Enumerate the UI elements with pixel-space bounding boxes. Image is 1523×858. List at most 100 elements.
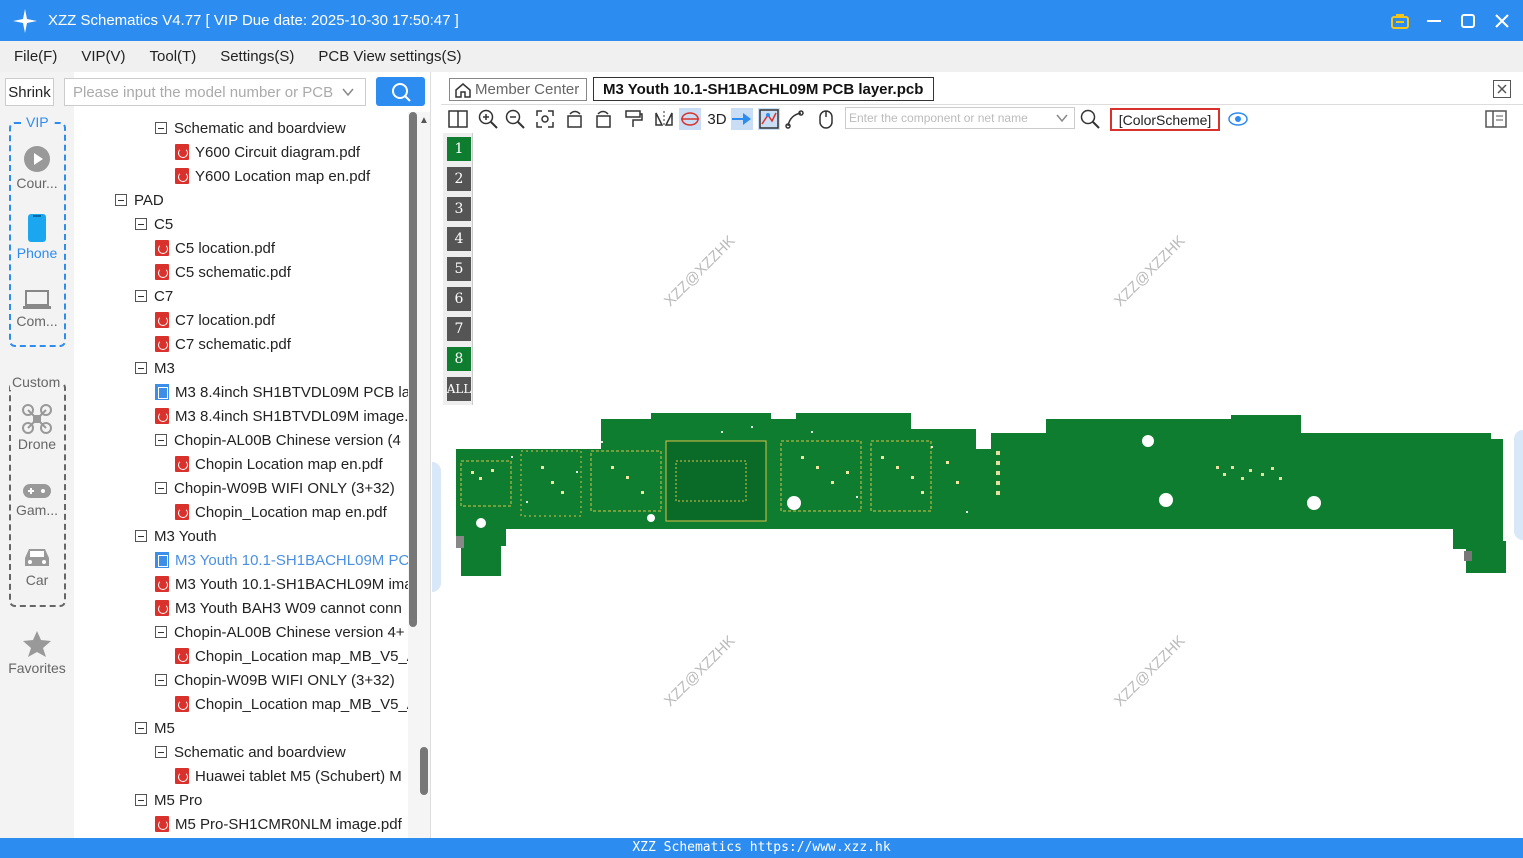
mirror-icon[interactable]: [653, 108, 675, 130]
tree-file[interactable]: M3 Youth 10.1-SH1BACHL09M ima: [155, 572, 408, 596]
tree-folder[interactable]: M3: [135, 356, 175, 380]
menu-settings[interactable]: Settings(S): [216, 48, 298, 65]
layer-6-button[interactable]: 6: [447, 287, 471, 311]
category-phone[interactable]: Phone: [0, 213, 74, 261]
vip-bag-icon[interactable]: [1389, 10, 1411, 32]
rotate-left-icon[interactable]: [564, 108, 586, 130]
tree-file[interactable]: Chopin_Location map_MB_V5_A: [175, 692, 408, 716]
layer-1-button[interactable]: 1: [447, 137, 471, 161]
paint-brush-icon[interactable]: [622, 108, 644, 130]
layer-8-button[interactable]: 8: [447, 347, 471, 371]
collapse-toggle-icon[interactable]: [155, 746, 167, 758]
category-car[interactable]: Car: [0, 546, 74, 588]
tree-file[interactable]: C5 schematic.pdf: [155, 260, 291, 284]
collapse-toggle-icon[interactable]: [135, 722, 147, 734]
collapse-toggle-icon[interactable]: [155, 434, 167, 446]
collapse-toggle-icon[interactable]: [155, 674, 167, 686]
tree-file[interactable]: Chopin Location map en.pdf: [175, 452, 383, 476]
menu-pcb-view-settings[interactable]: PCB View settings(S): [314, 48, 465, 65]
category-game[interactable]: Gam...: [0, 482, 74, 518]
scroll-up-arrow-icon[interactable]: ▲: [419, 115, 429, 126]
tree-folder[interactable]: Chopin-AL00B Chinese version (4: [155, 428, 401, 452]
collapse-toggle-icon[interactable]: [115, 194, 127, 206]
tree-file[interactable]: Chopin_Location map en.pdf: [175, 500, 387, 524]
menu-tool[interactable]: Tool(T): [146, 48, 201, 65]
tree-folder[interactable]: Chopin-W09B WIFI ONLY (3+32): [155, 476, 395, 500]
menu-vip[interactable]: VIP(V): [77, 48, 129, 65]
tree-folder[interactable]: M3 Youth: [135, 524, 217, 548]
layer-4-button[interactable]: 4: [447, 227, 471, 251]
rotate-right-icon[interactable]: [592, 108, 614, 130]
tree-folder[interactable]: Schematic and boardview: [155, 740, 346, 764]
layer-3-button[interactable]: 3: [447, 197, 471, 221]
menu-file[interactable]: File(F): [10, 48, 61, 65]
tree-file[interactable]: M3 8.4inch SH1BTVDL09M image.p: [155, 404, 408, 428]
tree-file[interactable]: M3 8.4inch SH1BTVDL09M PCB lay: [155, 380, 408, 404]
tree-scroll-thumb[interactable]: [409, 112, 417, 627]
layer-2-button[interactable]: 2: [447, 167, 471, 191]
tree-folder[interactable]: C5: [135, 212, 173, 236]
layer-5-button[interactable]: 5: [447, 257, 471, 281]
tab-pcb-file[interactable]: M3 Youth 10.1-SH1BACHL09M PCB layer.pcb: [593, 77, 934, 101]
side-panel-toggle-icon[interactable]: [1485, 108, 1507, 130]
layer-7-button[interactable]: 7: [447, 317, 471, 341]
collapse-toggle-icon[interactable]: [135, 794, 147, 806]
flip-board-icon[interactable]: [679, 108, 701, 130]
tree-folder[interactable]: Schematic and boardview: [155, 116, 346, 140]
pin-arrow-icon[interactable]: [731, 108, 753, 130]
tab-member-center[interactable]: Member Center: [449, 78, 587, 101]
collapse-toggle-icon[interactable]: [135, 218, 147, 230]
colorscheme-button[interactable]: [ColorScheme]: [1110, 108, 1220, 131]
tree-folder[interactable]: PAD: [115, 188, 164, 212]
collapse-toggle-icon[interactable]: [155, 626, 167, 638]
tree-file[interactable]: Y600 Location map en.pdf: [175, 164, 370, 188]
maximize-button[interactable]: [1457, 10, 1479, 32]
panel-divider[interactable]: [430, 72, 441, 838]
tree-folder[interactable]: C7: [135, 284, 173, 308]
tree-file[interactable]: Huawei tablet M5 (Schubert) M: [175, 764, 402, 788]
shrink-button[interactable]: Shrink: [5, 78, 54, 106]
tree-scroll-thumb-secondary[interactable]: [420, 747, 428, 795]
minimize-button[interactable]: [1423, 10, 1445, 32]
collapse-toggle-icon[interactable]: [155, 482, 167, 494]
tree-file[interactable]: Y600 Circuit diagram.pdf: [175, 140, 360, 164]
tree-file[interactable]: C7 schematic.pdf: [155, 332, 291, 356]
tree-folder[interactable]: M5 Pro: [135, 788, 202, 812]
fit-view-icon[interactable]: [534, 108, 556, 130]
trace-tool-icon[interactable]: [784, 108, 806, 130]
close-button[interactable]: [1491, 10, 1513, 32]
tree-folder[interactable]: M5: [135, 716, 175, 740]
model-search-input[interactable]: Please input the model number or PCB: [64, 78, 366, 106]
component-search-input[interactable]: Enter the component or net name: [845, 107, 1075, 129]
tree-scrollbar-secondary[interactable]: [418, 112, 430, 838]
tree-file[interactable]: C7 location.pdf: [155, 308, 275, 332]
tree-folder[interactable]: Chopin-W09B WIFI ONLY (3+32): [155, 668, 395, 692]
collapse-toggle-icon[interactable]: [135, 362, 147, 374]
tree-folder[interactable]: Chopin-AL00B Chinese version 4+: [155, 620, 405, 644]
collapse-handle[interactable]: [432, 462, 441, 592]
zoom-in-icon[interactable]: [477, 108, 499, 130]
3d-view-button[interactable]: 3D: [705, 108, 729, 130]
close-all-tabs-icon[interactable]: [1493, 80, 1511, 98]
split-view-icon[interactable]: [447, 108, 469, 130]
category-computer[interactable]: Com...: [0, 289, 74, 329]
search-button[interactable]: [376, 77, 425, 106]
zoom-out-icon[interactable]: [504, 108, 526, 130]
collapse-toggle-icon[interactable]: [155, 122, 167, 134]
tree-file[interactable]: M3 Youth 10.1-SH1BACHL09M PCI: [155, 548, 408, 572]
collapse-toggle-icon[interactable]: [135, 530, 147, 542]
tree-file[interactable]: Chopin_Location map_MB_V5_A: [175, 644, 408, 668]
category-course[interactable]: Cour...: [0, 145, 74, 191]
tree-scrollbar[interactable]: [408, 112, 418, 838]
layer-all-button[interactable]: ALL: [447, 377, 471, 401]
collapse-toggle-icon[interactable]: [135, 290, 147, 302]
tree-file[interactable]: C5 location.pdf: [155, 236, 275, 260]
chevron-down-icon[interactable]: [1055, 111, 1069, 128]
right-panel-handle[interactable]: [1514, 430, 1523, 540]
category-drone[interactable]: Drone: [0, 404, 74, 452]
tree-file[interactable]: M5 Pro-SH1CMR0NLM image.pdf: [155, 812, 402, 836]
net-highlight-icon[interactable]: [758, 108, 780, 130]
chevron-down-icon[interactable]: [341, 85, 355, 103]
component-search-icon[interactable]: [1079, 108, 1101, 130]
eye-icon[interactable]: [1227, 108, 1249, 130]
